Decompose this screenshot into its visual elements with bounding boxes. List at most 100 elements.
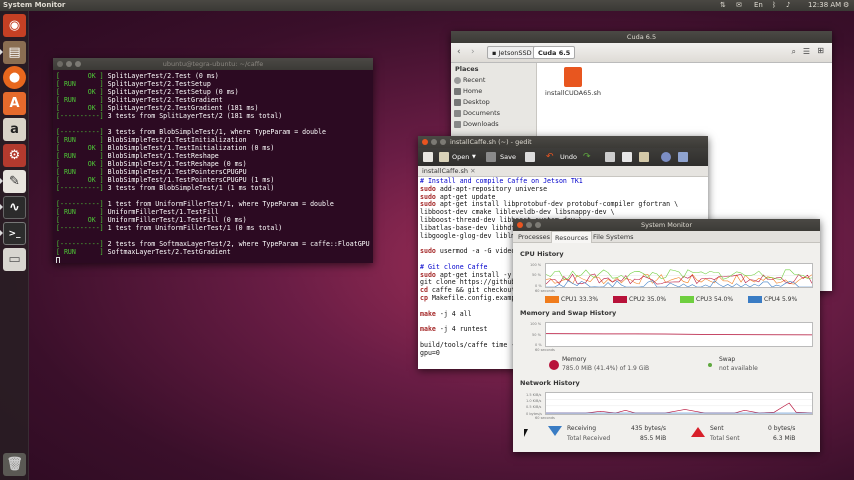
system-settings-icon[interactable]: ⚙ <box>3 144 26 167</box>
test-output-text: BlobSimpleTest/1.TestInitialization <box>103 136 247 144</box>
test-output-text: BlobSimpleTest/1.TestInitialization (0 m… <box>103 144 275 152</box>
places-recent[interactable]: Recent <box>451 75 536 86</box>
cpu-legend-item[interactable]: CPU4 5.9% <box>748 296 797 303</box>
clock[interactable]: 12:38 AM <box>808 0 841 11</box>
breadcrumb-cuda[interactable]: Cuda 6.5 <box>533 46 576 59</box>
test-status: [----------] <box>56 128 104 136</box>
cpu-value: 54.0% <box>713 296 734 303</box>
places-home[interactable]: Home <box>451 86 536 97</box>
cpu-color-swatch[interactable] <box>748 296 762 303</box>
keyboard-layout-indicator[interactable]: En <box>754 0 763 11</box>
copy-icon[interactable] <box>622 152 632 162</box>
undo-button[interactable]: Undo <box>560 148 577 166</box>
tab-processes[interactable]: Processes <box>515 231 553 243</box>
test-status: [----------] <box>56 240 104 248</box>
system-monitor-icon[interactable]: ∿ <box>3 196 26 219</box>
cpu-history-graph <box>545 263 813 288</box>
new-document-icon[interactable] <box>423 152 433 162</box>
grid-view-icon[interactable]: ⊞ <box>817 46 824 55</box>
files-icon[interactable]: ▤ <box>3 41 26 64</box>
amazon-icon[interactable]: a <box>3 118 26 141</box>
code-keyword: sudo <box>420 200 436 209</box>
find-replace-icon[interactable] <box>678 152 688 162</box>
cpu-color-swatch[interactable] <box>545 296 559 303</box>
system-monitor-window[interactable]: System Monitor Processes Resources File … <box>513 219 820 452</box>
script-file-icon[interactable] <box>564 67 582 87</box>
print-icon[interactable] <box>525 152 535 162</box>
test-output-text: 2 tests from SoftmaxLayerTest/2, where T… <box>103 240 370 248</box>
cpu-legend-item[interactable]: CPU1 33.3% <box>545 296 598 303</box>
gedit-titlebar[interactable]: installCaffe.sh (~) - gedit <box>418 136 708 148</box>
terminal-line: [ OK ] BlobSimpleTest/1.TestReshape (0 m… <box>56 160 370 168</box>
y-axis-label: 0 % <box>535 343 542 347</box>
terminal-line: [----------] 3 tests from SplitLayerTest… <box>56 112 370 120</box>
bluetooth-icon[interactable]: ᛒ <box>772 0 776 11</box>
forward-button[interactable]: › <box>471 47 475 57</box>
terminal-output[interactable]: [ OK ] SplitLayerTest/2.Test (0 ms)[ RUN… <box>53 70 373 263</box>
code-keyword: make <box>420 325 436 334</box>
cpu-color-swatch[interactable] <box>613 296 627 303</box>
cut-icon[interactable] <box>605 152 615 162</box>
cpu-legend-item[interactable]: CPU2 35.0% <box>613 296 666 303</box>
cpu-history-title: CPU History <box>520 250 564 258</box>
network-indicator-icon[interactable]: ⇅ <box>720 0 726 11</box>
firefox-icon[interactable]: ● <box>3 66 26 89</box>
files-titlebar[interactable]: Cuda 6.5 <box>451 31 832 43</box>
cpu-legend-item[interactable]: CPU3 54.0% <box>680 296 733 303</box>
terminal-line: [ OK ] SplitLayerTest/2.TestGradient (18… <box>56 104 370 112</box>
test-status: [ RUN ] <box>56 136 104 144</box>
dash-icon[interactable]: ◉ <box>3 14 26 37</box>
volume-icon[interactable]: ♪ <box>786 0 790 11</box>
redo-icon[interactable]: ↷ <box>583 148 591 166</box>
back-button[interactable]: ‹ <box>457 47 461 57</box>
terminal-window[interactable]: ubuntu@tegra-ubuntu: ~/caffe [ OK ] Spli… <box>53 58 373 263</box>
software-center-icon[interactable]: A <box>3 92 26 115</box>
terminal-line: [ RUN ] SplitLayerTest/2.TestSetup <box>56 80 370 88</box>
code-keyword: sudo <box>420 270 436 279</box>
code-keyword: sudo <box>420 184 436 193</box>
places-documents[interactable]: Documents <box>451 108 536 119</box>
total-received-label: Total Received <box>567 435 611 442</box>
maximize-button[interactable] <box>440 139 446 145</box>
open-dropdown-chevron-icon[interactable]: ▼ <box>472 148 476 166</box>
gedit-toolbar: Open ▼ Save ↶ Undo ↷ <box>418 148 708 166</box>
close-button[interactable] <box>422 139 428 145</box>
undo-icon[interactable]: ↶ <box>546 148 554 166</box>
breadcrumb-jetsonssd[interactable]: ▪ JetsonSSD <box>487 46 537 59</box>
places-desktop[interactable]: Desktop <box>451 97 536 108</box>
save-icon[interactable] <box>486 152 496 162</box>
sysmon-titlebar[interactable]: System Monitor <box>513 219 820 231</box>
code-text: apt-get install libprotobuf-dev protobuf… <box>435 200 679 209</box>
places-label: Home <box>463 87 483 95</box>
paste-icon[interactable] <box>639 152 649 162</box>
search-icon[interactable]: ⌕ <box>792 47 796 57</box>
settings-gear-icon[interactable]: ⚙ <box>843 0 849 11</box>
top-panel: System Monitor ⇅ ✉ En ᛒ ♪ 12:38 AM ⚙ <box>0 0 854 11</box>
test-status: [ OK ] <box>56 144 104 152</box>
file-name[interactable]: installCUDA65.sh <box>545 89 601 97</box>
drive-icon[interactable]: ▭ <box>3 248 26 271</box>
list-view-icon[interactable]: ☰ <box>803 47 810 56</box>
cpu-color-swatch[interactable] <box>680 296 694 303</box>
terminal-icon[interactable]: >_ <box>3 222 26 245</box>
tab-resources[interactable]: Resources <box>551 231 593 243</box>
terminal-titlebar[interactable]: ubuntu@tegra-ubuntu: ~/caffe <box>53 58 373 70</box>
tab-file-systems[interactable]: File Systems <box>590 231 637 243</box>
cpu-value: 35.0% <box>646 296 667 303</box>
test-status: [----------] <box>56 224 104 232</box>
find-icon[interactable] <box>661 152 671 162</box>
minimize-button[interactable] <box>431 139 437 145</box>
open-folder-icon[interactable] <box>439 152 449 162</box>
swap-indicator-icon <box>708 363 712 367</box>
test-output-text: SplitLayerTest/2.TestSetup <box>103 80 211 88</box>
save-button[interactable]: Save <box>500 148 516 166</box>
places-downloads[interactable]: Downloads <box>451 119 536 130</box>
text-editor-icon[interactable]: ✎ <box>3 170 26 193</box>
terminal-line: [ OK ] UniformFillerTest/1.TestFill (0 m… <box>56 216 370 224</box>
close-tab-icon[interactable]: ✕ <box>470 167 475 175</box>
open-button[interactable]: Open <box>452 148 469 166</box>
trash-icon[interactable]: 🗑 <box>3 453 26 476</box>
mail-indicator-icon[interactable]: ✉ <box>736 0 742 11</box>
document-tab[interactable]: installCaffe.sh ✕ <box>418 166 708 177</box>
